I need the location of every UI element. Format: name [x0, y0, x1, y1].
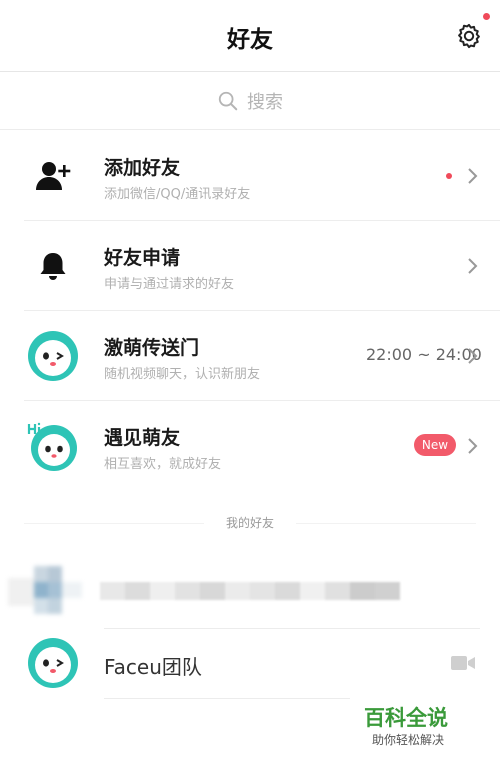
watermark-subtitle: 助你轻松解决	[372, 733, 445, 747]
divider	[104, 698, 350, 699]
menu-item-title: 好友申请	[104, 247, 181, 269]
page-title: 好友	[227, 27, 273, 53]
chevron-right-icon	[468, 438, 478, 454]
friend-name[interactable]: Faceu团队	[104, 651, 202, 680]
new-badge: New	[414, 434, 456, 456]
menu-item-title: 激萌传送门	[104, 337, 200, 359]
notification-dot	[483, 13, 490, 20]
menu-item-subtitle: 相互喜欢，就成好友	[104, 457, 222, 472]
divider	[104, 628, 480, 629]
faceu-hi-mascot-icon	[27, 422, 77, 471]
faceu-mascot-icon	[28, 331, 78, 381]
gear-icon[interactable]	[455, 22, 483, 50]
faceu-mascot-icon[interactable]	[26, 636, 80, 690]
menu-item-portal[interactable]: 激萌传送门 随机视频聊天，认识新朋友 22:00 ~ 24:00	[0, 311, 500, 401]
menu-item-friend-requests[interactable]: 好友申请 申请与通过请求的好友	[0, 221, 500, 311]
search-bar[interactable]: 搜索	[0, 72, 500, 130]
menu-item-meet-friends[interactable]: 遇见萌友 相互喜欢，就成好友 New	[0, 401, 500, 491]
divider	[296, 523, 476, 524]
menu-item-title: 添加好友	[104, 157, 181, 179]
bell-icon	[40, 253, 66, 280]
search-placeholder: 搜索	[247, 91, 283, 113]
video-call-icon[interactable]	[450, 654, 476, 672]
menu-item-subtitle: 申请与通过请求的好友	[104, 277, 235, 292]
menu-item-add-friend[interactable]: 添加好友 添加微信/QQ/通讯录好友	[0, 131, 500, 221]
notification-dot	[446, 173, 452, 179]
chevron-right-icon	[468, 258, 478, 274]
chevron-right-icon	[468, 168, 478, 184]
menu-item-title: 遇见萌友	[104, 427, 181, 449]
top-bar: 好友	[0, 0, 500, 72]
chevron-right-icon	[468, 348, 478, 364]
menu-item-subtitle: 添加微信/QQ/通讯录好友	[104, 187, 251, 202]
time-range: 22:00 ~ 24:00	[366, 345, 482, 364]
menu-item-subtitle: 随机视频聊天，认识新朋友	[104, 367, 261, 382]
watermark-title: 百科全说	[364, 706, 448, 730]
blurred-friend-name[interactable]	[100, 582, 400, 600]
search-icon	[218, 91, 238, 110]
avatar[interactable]	[8, 560, 84, 620]
add-user-icon	[36, 162, 71, 190]
